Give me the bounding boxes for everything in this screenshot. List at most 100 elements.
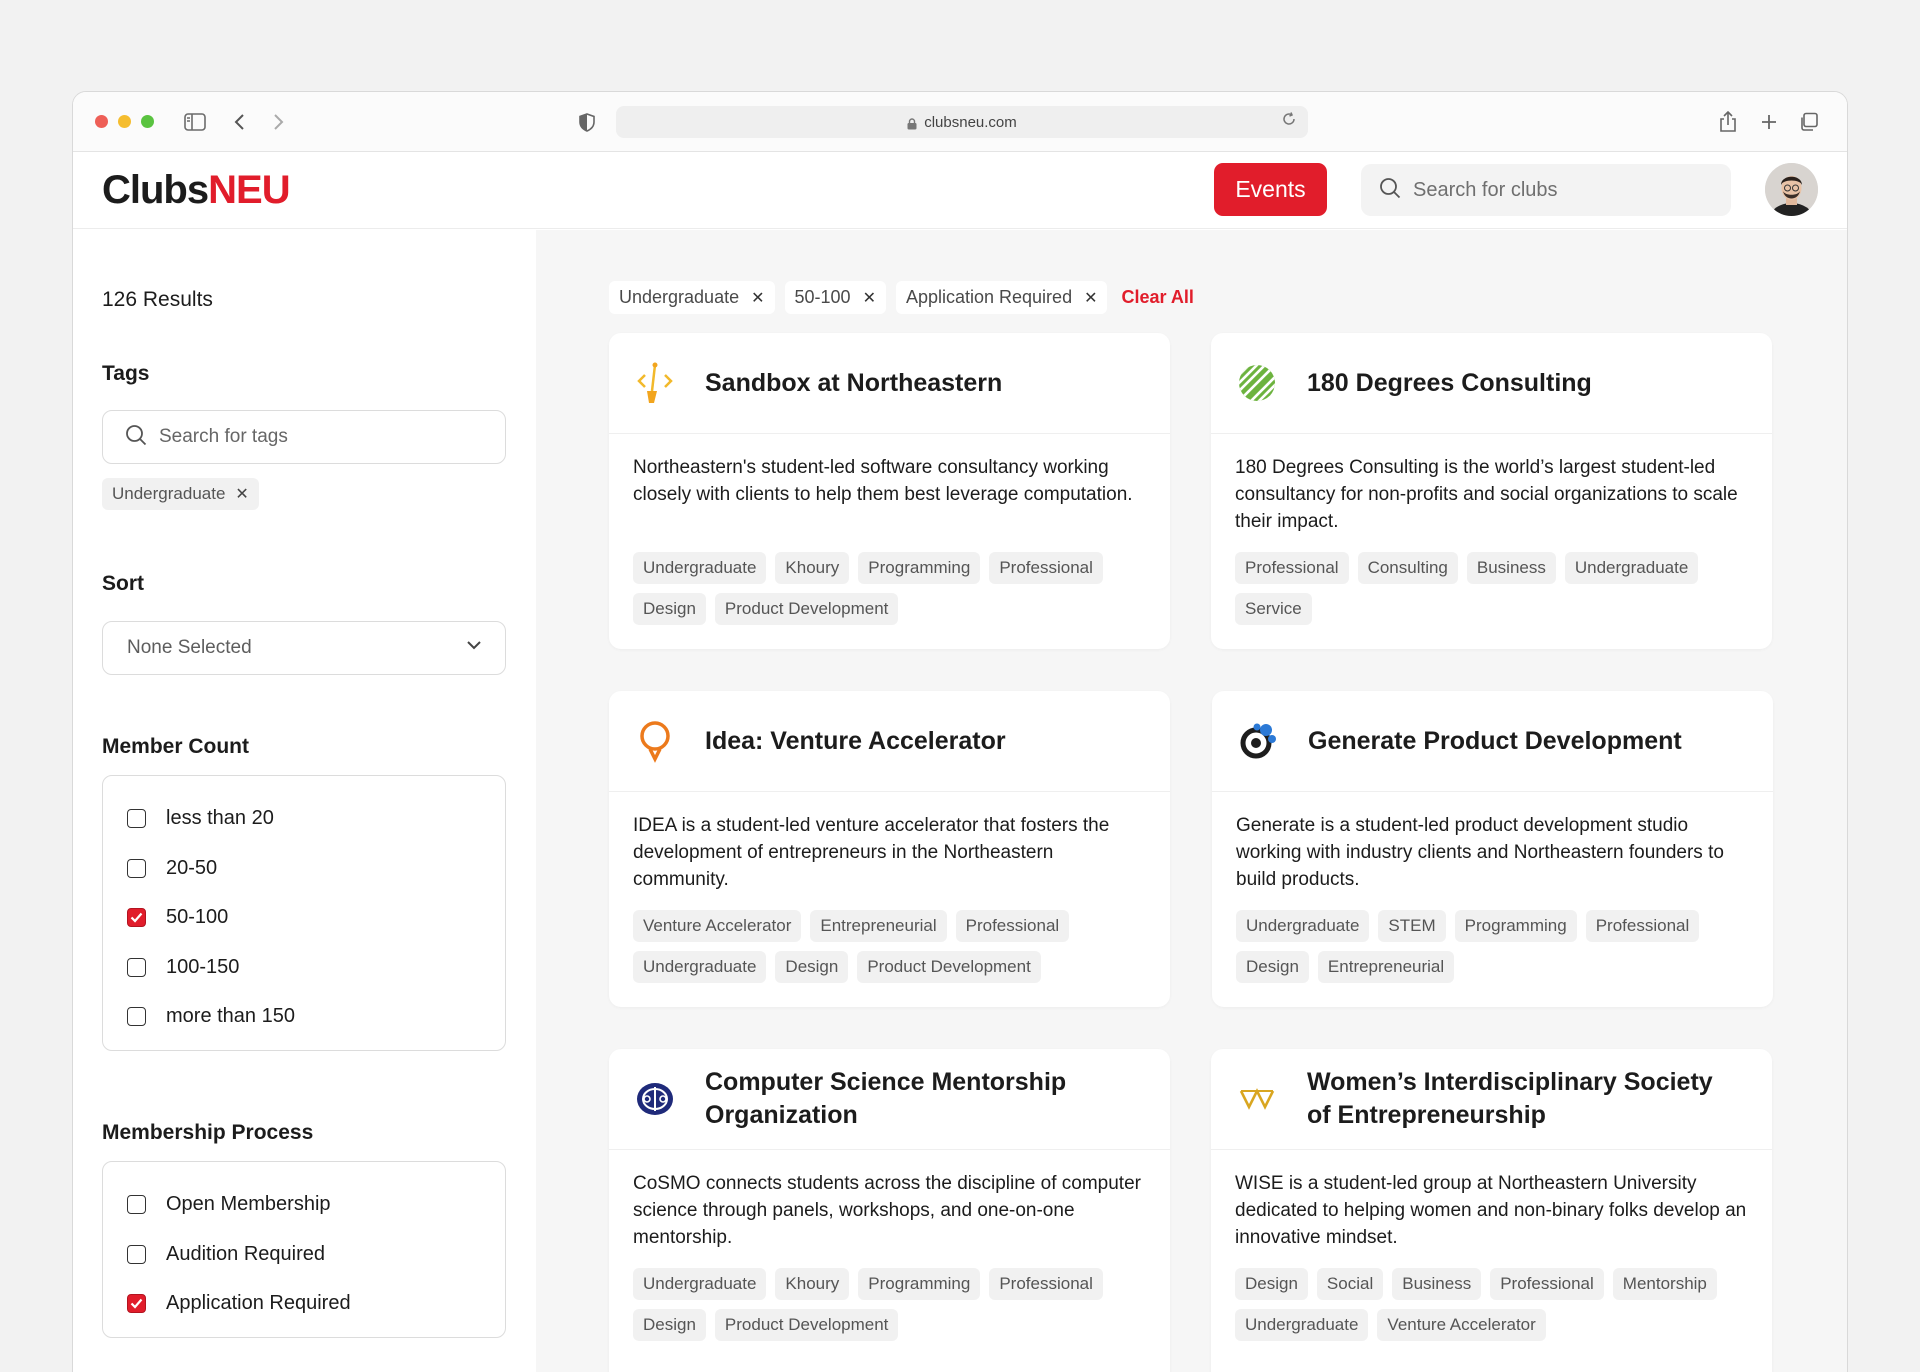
clubsneu-logo[interactable]: ClubsNEU [102,168,291,213]
member-count-option[interactable]: 100-150 [127,943,505,993]
club-tag[interactable]: Social [1316,1268,1384,1300]
sort-heading: Sort [102,572,144,595]
back-icon[interactable] [225,108,253,136]
club-tags: Venture Accelerator Entrepreneurial Prof… [609,902,1170,983]
new-tab-icon[interactable] [1755,108,1783,136]
membership-option[interactable]: Open Membership [127,1180,505,1230]
sort-dropdown[interactable]: None Selected [102,621,506,675]
club-name[interactable]: Women’s Interdisciplinary Society of Ent… [1307,1066,1727,1132]
club-tag[interactable]: Product Development [714,1309,899,1341]
club-tag[interactable]: Business [1392,1268,1482,1300]
club-tag[interactable]: Professional [1235,552,1349,584]
club-tag[interactable]: Venture Accelerator [633,910,802,942]
club-tag[interactable]: Design [633,1309,706,1341]
minimize-window-button[interactable] [118,115,131,128]
club-name[interactable]: Idea: Venture Accelerator [705,725,1006,758]
address-bar[interactable]: clubsneu.com [616,106,1308,138]
share-icon[interactable] [1714,108,1742,136]
club-tag[interactable]: Programming [1454,910,1577,942]
club-tag[interactable]: Undergraduate [1235,1309,1369,1341]
checkbox-checked[interactable] [127,1294,146,1314]
browser-toolbar: clubsneu.com [73,92,1847,152]
club-tag[interactable]: Venture Accelerator [1377,1309,1546,1341]
tag-search-input[interactable] [159,426,479,448]
club-tag[interactable]: Design [1235,1268,1308,1300]
club-card[interactable]: Generate Product Development Generate is… [1212,691,1773,1007]
club-tag[interactable]: Entrepreneurial [810,910,947,942]
forward-icon[interactable] [265,108,293,136]
club-name[interactable]: 180 Degrees Consulting [1307,367,1592,400]
club-tag[interactable]: Undergraduate [633,552,767,584]
club-tag[interactable]: Design [633,593,706,625]
remove-filter-icon[interactable]: ✕ [863,288,876,308]
tag-search-box[interactable] [102,410,506,464]
club-card[interactable]: Idea: Venture Accelerator IDEA is a stud… [609,691,1170,1007]
checkbox-checked[interactable] [127,908,146,928]
club-tag[interactable]: Programming [858,552,981,584]
membership-option[interactable]: Audition Required [127,1230,505,1280]
checkbox[interactable] [127,858,146,878]
club-tag[interactable]: Service [1235,593,1312,625]
app-header: ClubsNEU Events [73,152,1847,229]
membership-option[interactable]: Application Required [127,1279,505,1329]
club-tag[interactable]: Undergraduate [633,1268,767,1300]
remove-filter-icon[interactable]: ✕ [1084,288,1097,308]
club-tags: Undergraduate Khoury Programming Profess… [609,1260,1170,1341]
club-name[interactable]: Generate Product Development [1308,725,1682,758]
checkbox[interactable] [127,957,146,977]
club-card[interactable]: Women’s Interdisciplinary Society of Ent… [1211,1049,1772,1372]
logo-text-clubs: Clubs [102,168,209,212]
club-card[interactable]: Sandbox at Northeastern Northeastern's s… [609,333,1170,649]
club-tag[interactable]: Mentorship [1612,1268,1717,1300]
club-search-box[interactable] [1361,164,1731,216]
checkbox[interactable] [127,1007,146,1027]
clear-all-button[interactable]: Clear All [1121,287,1193,308]
club-tag[interactable]: Design [1236,951,1309,983]
remove-tag-icon[interactable]: ✕ [235,484,248,504]
search-icon [1379,177,1401,204]
filter-chip: Application Required ✕ [895,281,1108,314]
club-tag[interactable]: Business [1466,552,1556,584]
club-tag[interactable]: Product Development [857,951,1041,983]
close-window-button[interactable] [95,115,108,128]
remove-filter-icon[interactable]: ✕ [751,288,764,308]
club-tag[interactable]: Professional [955,910,1070,942]
member-count-option[interactable]: 50-100 [127,893,505,943]
club-description: Northeastern's student-led software cons… [633,457,1133,505]
club-tag[interactable]: Professional [1585,910,1700,942]
reload-icon[interactable] [1282,112,1296,131]
maximize-window-button[interactable] [141,115,154,128]
club-tag[interactable]: Undergraduate [1236,910,1370,942]
member-count-option[interactable]: less than 20 [127,794,505,844]
member-count-option[interactable]: more than 150 [127,992,505,1042]
club-tag[interactable]: Khoury [775,552,850,584]
club-tag[interactable]: Professional [989,552,1103,584]
club-name[interactable]: Computer Science Mentorship Organization [705,1066,1125,1132]
club-tag[interactable]: STEM [1378,910,1446,942]
checkbox[interactable] [127,809,146,829]
club-name[interactable]: Sandbox at Northeastern [705,367,1002,400]
tab-overview-icon[interactable] [1795,108,1823,136]
club-tag[interactable]: Undergraduate [633,951,767,983]
checkbox[interactable] [127,1195,146,1215]
sandbox-icon [633,361,677,405]
club-tag[interactable]: Design [775,951,849,983]
checkbox[interactable] [127,1244,146,1264]
shield-icon[interactable] [573,108,601,136]
club-tag[interactable]: Entrepreneurial [1317,951,1455,983]
club-tag[interactable]: Programming [858,1268,981,1300]
club-card[interactable]: Computer Science Mentorship Organization… [609,1049,1170,1372]
club-tag[interactable]: Consulting [1357,552,1458,584]
club-tag[interactable]: Khoury [775,1268,850,1300]
user-avatar[interactable] [1765,163,1818,216]
club-search-input[interactable] [1413,178,1713,202]
sidebar-toggle-icon[interactable] [181,108,209,136]
option-label: 50-100 [166,906,229,929]
club-tag[interactable]: Undergraduate [1564,552,1699,584]
club-card[interactable]: 180 Degrees Consulting 180 Degrees Consu… [1211,333,1772,649]
events-button[interactable]: Events [1214,163,1327,216]
club-tag[interactable]: Product Development [714,593,899,625]
club-tag[interactable]: Professional [1490,1268,1604,1300]
member-count-option[interactable]: 20-50 [127,844,505,894]
club-tag[interactable]: Professional [989,1268,1103,1300]
